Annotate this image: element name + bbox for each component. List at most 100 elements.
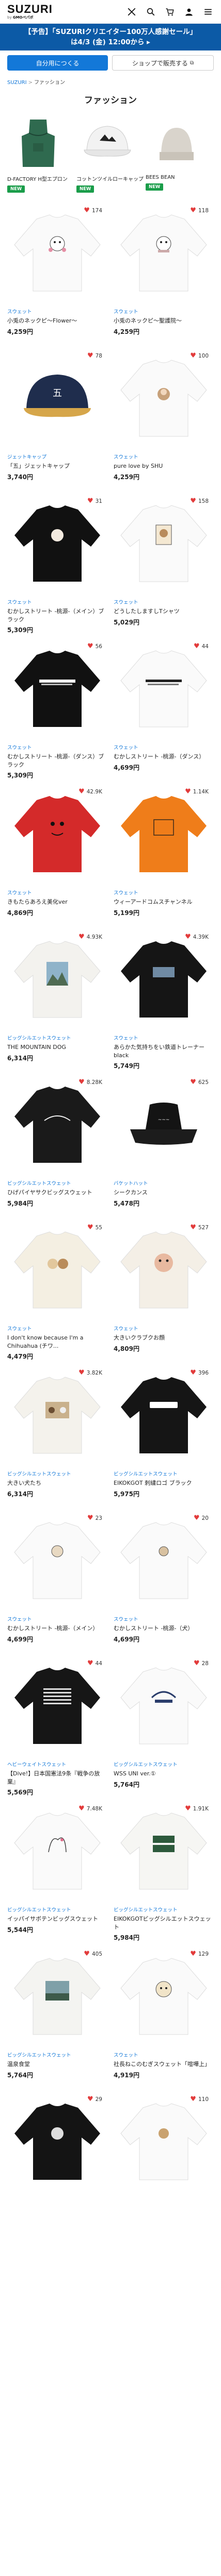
product-card[interactable]: ~~~ ♥ 625 バケットハット シークカンス 5,478円 — [114, 1074, 214, 1219]
product-card[interactable]: ♥ 44 スウェット むかしストリート -桃源-（ダンス） 4,699円 — [114, 638, 214, 784]
product-name[interactable]: きもたらあろえ美化ver — [7, 898, 107, 906]
product-name[interactable]: WSS UNI ver.① — [114, 1770, 214, 1777]
product-type[interactable]: バケットハット — [114, 1179, 214, 1187]
product-card[interactable]: ♥ 405 ビッグシルエットスウェット 温泉食堂 5,764円 — [7, 1946, 107, 2091]
favorite-count[interactable]: ♥ 174 — [84, 207, 102, 214]
product-card[interactable]: ♥ 56 スウェット むかしストリート -桃源-（ダンス）ブラック 5,309円 — [7, 638, 107, 784]
favorite-count[interactable]: ♥ 8.28K — [78, 1079, 102, 1086]
product-card[interactable]: ♥ 23 スウェット むかしストリート -桃源-（メイン） 4,699円 — [7, 1510, 107, 1655]
product-type[interactable]: スウェット — [114, 889, 214, 896]
product-name[interactable]: ウィーアードコムスチャンネル — [114, 898, 214, 906]
product-card[interactable]: ♥ 110 — [114, 2091, 214, 2236]
product-type[interactable]: ビッグシルエットスウェット — [7, 2051, 107, 2058]
favorite-count[interactable]: ♥ 1.91K — [185, 1805, 209, 1812]
product-card[interactable]: ♥ 158 スウェット どうしたしますしTシャツ 5,029円 — [114, 493, 214, 638]
product-type[interactable]: スウェット — [114, 743, 214, 751]
product-type[interactable]: スウェット — [7, 1325, 107, 1332]
product-type[interactable]: スウェット — [114, 2051, 214, 2058]
product-name[interactable]: むかしストリート -桃源-（メイン）ブラック — [7, 607, 107, 623]
product-card[interactable]: ♥ 100 スウェット pure love by SHU 4,259円 — [114, 348, 214, 493]
favorite-count[interactable]: ♥ 3.82K — [78, 1369, 102, 1376]
product-card[interactable]: ♥ 29 — [7, 2091, 107, 2236]
favorite-count[interactable]: ♥ 4.93K — [78, 934, 102, 940]
product-name[interactable]: 【Dive!】日本国憲法9条『戦争の放棄』 — [7, 1770, 107, 1786]
product-name[interactable]: 小兎のネックピ〜Flower〜 — [7, 317, 107, 325]
favorite-count[interactable]: ♥ 129 — [190, 1951, 209, 1957]
product-type[interactable]: ビッグシルエットスウェット — [7, 1034, 107, 1041]
favorite-count[interactable]: ♥ 23 — [87, 1515, 102, 1521]
product-type[interactable]: ビッグシルエットスウェット — [114, 1470, 214, 1477]
favorite-count[interactable]: ♥ 56 — [87, 643, 102, 650]
favorite-count[interactable]: ♥ 42.9K — [78, 788, 102, 795]
user-icon[interactable] — [183, 6, 195, 18]
favorite-count[interactable]: ♥ 527 — [190, 1224, 209, 1231]
favorite-count[interactable]: ♥ 44 — [194, 643, 209, 650]
product-name[interactable]: むかしストリート -桃源-（ダンス） — [114, 753, 214, 760]
product-card[interactable]: ♥ 4.39K スウェット あらかた気持ちをい鉄道トレーナー black 5,74… — [114, 929, 214, 1074]
product-name[interactable]: むかしストリート -桃源-（メイン） — [7, 1624, 107, 1632]
menu-icon[interactable] — [202, 6, 214, 18]
product-name[interactable]: pure love by SHU — [114, 462, 214, 470]
product-name[interactable]: 「五」ジェットキャップ — [7, 462, 107, 470]
product-card[interactable]: ♥ 3.82K ビッグシルエットスウェット 大きい犬たち 6,314円 — [7, 1365, 107, 1510]
product-card[interactable]: ♥ 31 スウェット むかしストリート -桃源-（メイン）ブラック 5,309円 — [7, 493, 107, 638]
product-type[interactable]: ビッグシルエットスウェット — [7, 1470, 107, 1477]
product-name[interactable]: 温泉食堂 — [7, 2060, 107, 2068]
product-name[interactable]: むかしストリート -桃源-（ダンス）ブラック — [7, 753, 107, 769]
make-for-self-button[interactable]: 自分用につくる — [7, 55, 108, 71]
product-name[interactable]: 大きいクラブクお顔 — [114, 1334, 214, 1342]
product-name[interactable]: むかしストリート -桃源-（犬） — [114, 1624, 214, 1632]
category-item[interactable]: BEES BEAN NEW — [146, 115, 208, 202]
cart-icon[interactable] — [164, 6, 176, 18]
product-card[interactable]: ♥ 4.93K ビッグシルエットスウェット THE MOUNTAIN DOG 6,… — [7, 929, 107, 1074]
product-card[interactable]: ♥ 55 スウェット I don't know because I'm a Chi… — [7, 1219, 107, 1365]
favorite-count[interactable]: ♥ 31 — [87, 498, 102, 504]
sale-announcement-banner[interactable]: 【予告】「SUZURIクリエイター100万人感謝セール」 は4/3 (金) 12… — [0, 24, 221, 51]
favorite-count[interactable]: ♥ 44 — [87, 1660, 102, 1667]
product-card[interactable]: ♥ 42.9K スウェット きもたらあろえ美化ver 4,869円 — [7, 784, 107, 929]
product-name[interactable]: どうしたしますしTシャツ — [114, 607, 214, 615]
favorite-count[interactable]: ♥ 1.14K — [185, 788, 209, 795]
product-type[interactable]: スウェット — [114, 453, 214, 460]
product-type[interactable]: ジェットキャップ — [7, 453, 107, 460]
suzuri-logo[interactable]: SUZURI by GMOペパボ — [7, 4, 53, 20]
category-item[interactable]: D-FACTORY H型エプロン NEW — [7, 115, 69, 202]
product-type[interactable]: ヘビーウェイトスウェット — [7, 1760, 107, 1768]
search-icon[interactable] — [145, 6, 156, 18]
product-card[interactable]: ♥ 8.28K ビッグシルエットスウェット ひげパイヤサクビッグスウェット 5,9… — [7, 1074, 107, 1219]
product-type[interactable]: ビッグシルエットスウェット — [7, 1179, 107, 1187]
product-type[interactable]: スウェット — [7, 743, 107, 751]
product-name[interactable]: ひげパイヤサクビッグスウェット — [7, 1189, 107, 1196]
product-card[interactable]: ♥ 44 ヘビーウェイトスウェット 【Dive!】日本国憲法9条『戦争の放棄』 5… — [7, 1655, 107, 1801]
favorite-count[interactable]: ♥ 78 — [87, 352, 102, 359]
favorite-count[interactable]: ♥ 110 — [190, 2096, 209, 2103]
product-type[interactable]: スウェット — [114, 1615, 214, 1622]
favorite-count[interactable]: ♥ 20 — [194, 1515, 209, 1521]
product-type[interactable]: スウェット — [114, 308, 214, 315]
product-type[interactable]: スウェット — [7, 889, 107, 896]
product-type[interactable]: スウェット — [114, 1325, 214, 1332]
product-name[interactable]: あらかた気持ちをい鉄道トレーナー black — [114, 1043, 214, 1059]
product-name[interactable]: EIKOKGOT 刺繍ロゴ ブラック — [114, 1479, 214, 1487]
product-card[interactable]: ♥ 20 スウェット むかしストリート -桃源-（犬） 4,699円 — [114, 1510, 214, 1655]
product-card[interactable]: 五 ♥ 78 ジェットキャップ 「五」ジェットキャップ 3,740円 — [7, 348, 107, 493]
product-type[interactable]: ビッグシルエットスウェット — [114, 1906, 214, 1913]
product-card[interactable]: ♥ 1.14K スウェット ウィーアードコムスチャンネル 5,199円 — [114, 784, 214, 929]
favorite-count[interactable]: ♥ 158 — [190, 498, 209, 504]
product-type[interactable]: スウェット — [7, 308, 107, 315]
product-card[interactable]: ♥ 527 スウェット 大きいクラブクお顔 4,809円 — [114, 1219, 214, 1365]
product-card[interactable]: ♥ 129 スウェット 社長ねこのむぎスウェット「喧嘩上」 4,919円 — [114, 1946, 214, 2091]
breadcrumb-home-link[interactable]: SUZURI — [7, 80, 27, 86]
product-card[interactable]: ♥ 174 スウェット 小兎のネックピ〜Flower〜 4,259円 — [7, 202, 107, 348]
category-item[interactable]: コットンツイルローキャップ NEW — [76, 115, 144, 202]
favorite-count[interactable]: ♥ 55 — [87, 1224, 102, 1231]
favorite-count[interactable]: ♥ 405 — [84, 1951, 102, 1957]
product-type[interactable]: スウェット — [7, 1615, 107, 1622]
sell-in-shop-button[interactable]: ショップで販売する ⧉ — [112, 55, 214, 71]
product-type[interactable]: スウェット — [7, 598, 107, 605]
product-card[interactable]: ♥ 7.48K ビッグシルエットスウェット イッパイサボテンビッグスウェット 5,… — [7, 1801, 107, 1946]
product-name[interactable]: EIKOKGOTビッグシルエットスウェット — [114, 1915, 214, 1931]
x-twitter-icon[interactable] — [126, 6, 137, 18]
product-card[interactable]: ♥ 118 スウェット 小兎のネックピ〜聖護院〜 4,259円 — [114, 202, 214, 348]
favorite-count[interactable]: ♥ 396 — [190, 1369, 209, 1376]
